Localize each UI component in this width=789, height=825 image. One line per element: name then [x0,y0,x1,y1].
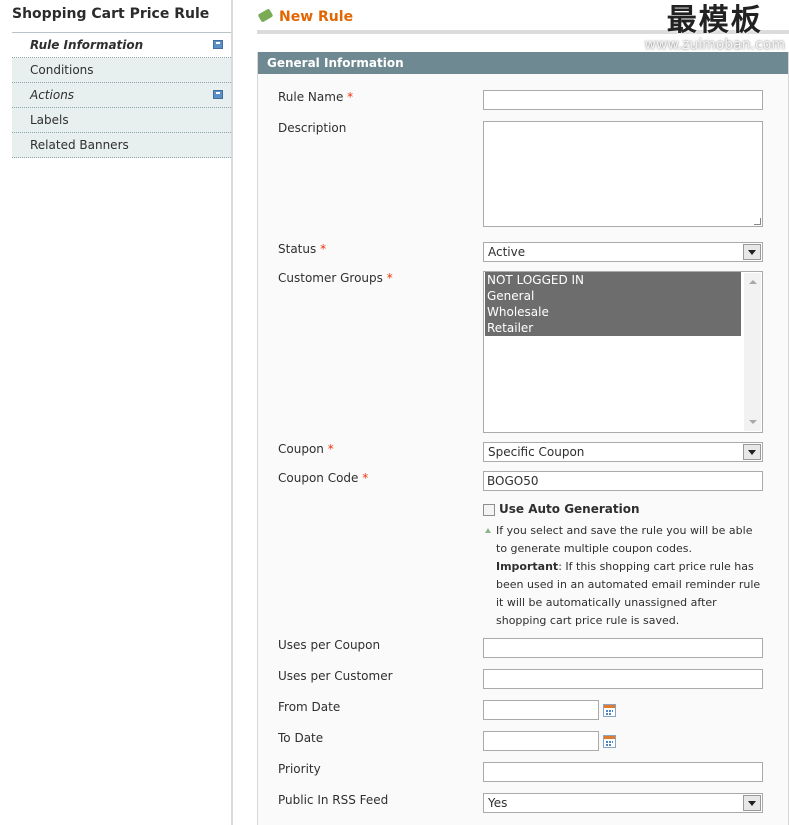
tab-label: Labels [30,113,69,127]
tab-related-banners[interactable]: Related Banners [12,133,231,158]
watermark: 最模板 www.zuimoban.com [644,3,785,53]
tab-actions[interactable]: Actions [12,83,231,108]
customer-group-option[interactable]: NOT LOGGED IN [485,272,741,288]
priority-input[interactable] [483,762,763,782]
tab-label: Actions [30,88,75,102]
save-icon [213,40,223,49]
tab-rule-information[interactable]: Rule Information [12,33,231,58]
scroll-up-arrow-icon[interactable] [749,280,757,284]
customer-group-option[interactable]: General [485,288,741,304]
coupon-code-label: Coupon Code * [278,471,369,485]
tab-label: Rule Information [30,38,144,52]
tab-label: Conditions [30,63,94,77]
tab-label: Related Banners [30,138,129,152]
note-text: If you select and save the rule you will… [496,524,761,627]
rule-name-input[interactable] [483,90,763,110]
from-date-input[interactable] [483,700,599,720]
status-selected-value: Active [488,245,526,259]
note-arrow-icon [485,528,491,533]
watermark-logo-text: 最模板 [666,3,763,38]
multiselect-scrollbar[interactable] [744,273,761,431]
status-label: Status * [278,242,327,256]
auto-generation-label[interactable]: Use Auto Generation [499,502,640,516]
auto-generation-checkbox[interactable] [483,504,495,516]
uses-per-customer-input[interactable] [483,669,763,689]
vertical-divider [231,0,233,825]
tab-labels[interactable]: Labels [12,108,231,133]
chevron-down-icon[interactable] [743,795,761,811]
customer-group-option[interactable]: Wholesale [485,304,741,320]
save-icon [213,90,223,99]
coupon-label: Coupon * [278,442,334,456]
coupon-code-input[interactable] [483,471,763,491]
chevron-down-icon[interactable] [743,444,761,460]
uses-per-coupon-label: Uses per Coupon [278,638,381,652]
general-information-fieldset: General Information Rule Name * Descript… [257,52,789,825]
chevron-down-icon[interactable] [743,244,761,260]
from-date-label: From Date [278,700,341,714]
coupon-select[interactable]: Specific Coupon [483,442,763,462]
priority-label: Priority [278,762,321,776]
fieldset-legend: General Information [258,52,788,74]
watermark-url: www.zuimoban.com [644,37,785,53]
to-date-input[interactable] [483,731,599,751]
auto-generation-note: If you select and save the rule you will… [483,522,763,630]
sidebar: Shopping Cart Price Rule Rule Informatio… [12,0,231,158]
rss-feed-selected-value: Yes [488,796,508,810]
status-select[interactable]: Active [483,242,763,262]
to-date-label: To Date [278,731,324,745]
rule-ticket-icon [257,8,274,23]
scroll-down-arrow-icon[interactable] [749,420,757,424]
uses-per-coupon-input[interactable] [483,638,763,658]
sidebar-title: Shopping Cart Price Rule [12,0,231,33]
coupon-selected-value: Specific Coupon [488,445,585,459]
description-label: Description [278,121,347,135]
customer-groups-multiselect[interactable]: NOT LOGGED IN General Wholesale Retailer [483,271,763,433]
rss-feed-select[interactable]: Yes [483,793,763,813]
tab-conditions[interactable]: Conditions [12,58,231,83]
uses-per-customer-label: Uses per Customer [278,669,393,683]
page-title: New Rule [279,9,354,25]
calendar-icon[interactable] [603,735,616,748]
description-textarea[interactable] [483,121,763,227]
customer-groups-label: Customer Groups * [278,271,393,285]
page-header: New Rule 最模板 www.zuimoban.com [257,0,789,52]
rss-feed-label: Public In RSS Feed [278,793,389,807]
rule-name-label: Rule Name * [278,90,354,104]
calendar-icon[interactable] [603,704,616,717]
customer-group-option[interactable]: Retailer [485,320,741,336]
